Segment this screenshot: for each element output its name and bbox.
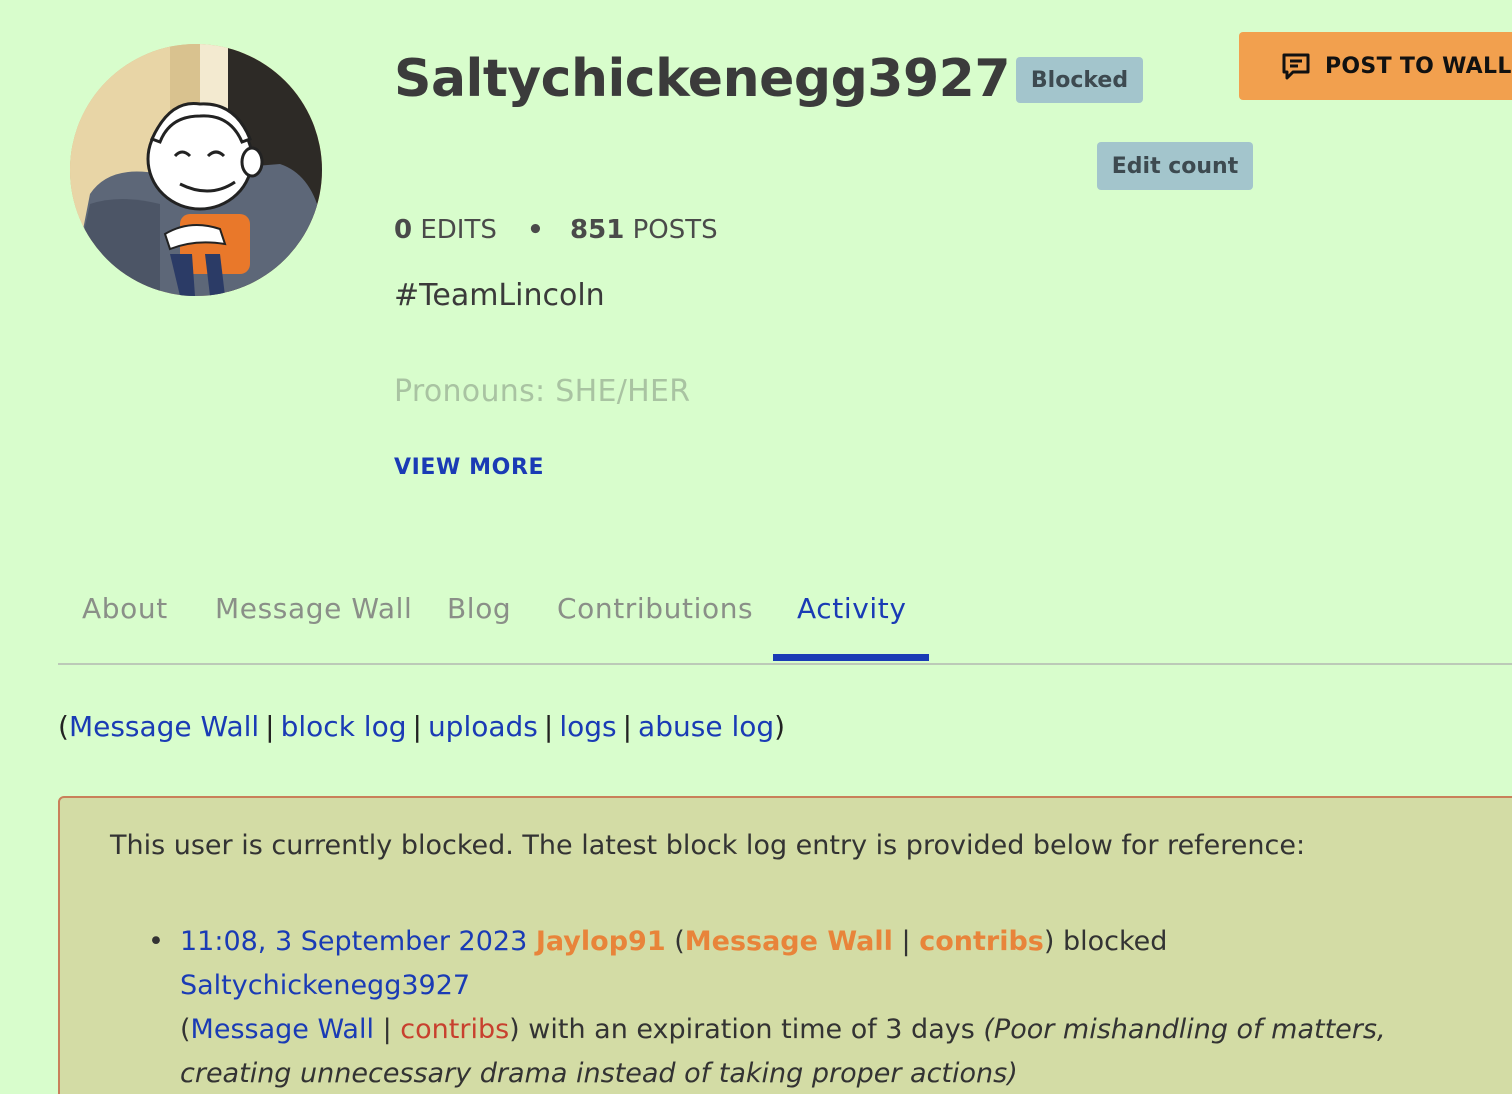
block-notice: This user is currently blocked. The late… xyxy=(58,796,1512,1094)
profile-tabs: About Message Wall Blog Contributions Ac… xyxy=(58,586,1512,665)
edits-count: 0 xyxy=(394,215,413,245)
user-tool-links: (Message Wall | block log | uploads | logs | abu… xyxy=(58,708,785,746)
posts-count: 851 xyxy=(570,215,625,245)
tab-blog[interactable]: Blog xyxy=(447,592,511,625)
target-user-link[interactable]: Saltychickenegg3927 xyxy=(180,970,470,1001)
edit-count-button[interactable]: Edit count xyxy=(1097,142,1253,190)
avatar[interactable] xyxy=(70,44,322,296)
tab-about[interactable]: About xyxy=(82,592,168,625)
profile-page: Saltychickenegg3927 Blocked POST TO WALL… xyxy=(0,0,1512,1094)
profile-stats: 0 EDITS • 851 POSTS xyxy=(394,212,718,248)
page-title: Saltychickenegg3927 xyxy=(394,49,1011,109)
entry-text: ) xyxy=(509,1014,520,1045)
link-message-wall[interactable]: Message Wall xyxy=(69,710,259,743)
entry-text: ) xyxy=(1043,926,1055,957)
entry-action: blocked xyxy=(1063,926,1168,957)
comment-icon xyxy=(1279,49,1313,83)
post-to-wall-button[interactable]: POST TO WALL xyxy=(1239,32,1512,100)
profile-pronouns: Pronouns: SHE/HER xyxy=(394,374,691,409)
stats-separator: • xyxy=(527,215,544,245)
active-tab-indicator xyxy=(773,654,929,661)
tab-contributions[interactable]: Contributions xyxy=(557,592,753,625)
links-separator: | xyxy=(412,710,422,743)
posts-label: POSTS xyxy=(632,215,718,245)
blocked-badge: Blocked xyxy=(1016,57,1143,103)
blocker-wall-link[interactable]: Message Wall xyxy=(685,926,893,957)
entry-timestamp-link[interactable]: 11:08, 3 September 2023 xyxy=(180,926,527,957)
edits-label: EDITS xyxy=(420,215,497,245)
block-notice-text: This user is currently blocked. The late… xyxy=(110,830,1306,861)
links-close-paren: ) xyxy=(774,710,786,743)
link-logs[interactable]: logs xyxy=(559,710,616,743)
tab-message-wall[interactable]: Message Wall xyxy=(215,592,412,625)
blocker-user-link[interactable]: Jaylop91 xyxy=(536,926,666,957)
links-open-paren: ( xyxy=(58,710,69,743)
entry-separator: | xyxy=(901,926,911,957)
entry-separator: | xyxy=(382,1014,392,1045)
links-separator: | xyxy=(265,710,275,743)
target-contribs-link[interactable]: contribs xyxy=(400,1014,509,1045)
blocker-contribs-link[interactable]: contribs xyxy=(919,926,1044,957)
entry-text: ( xyxy=(180,1014,191,1045)
tab-activity[interactable]: Activity xyxy=(797,592,907,625)
target-wall-link[interactable]: Message Wall xyxy=(191,1014,374,1045)
profile-bio: #TeamLincoln xyxy=(394,278,605,313)
view-more-link[interactable]: VIEW MORE xyxy=(394,455,544,480)
avatar-image xyxy=(70,44,322,296)
entry-expiry: with an expiration time of 3 days xyxy=(528,1014,975,1045)
entry-text: ( xyxy=(674,926,685,957)
link-block-log[interactable]: block log xyxy=(281,710,407,743)
link-abuse-log[interactable]: abuse log xyxy=(638,710,774,743)
link-uploads[interactable]: uploads xyxy=(428,710,538,743)
block-log-entry: 11:08, 3 September 2023 Jaylop91 (Messag… xyxy=(180,920,1420,1094)
links-separator: | xyxy=(543,710,554,743)
post-to-wall-label: POST TO WALL xyxy=(1325,53,1512,79)
entry-bullet: • xyxy=(148,926,164,957)
links-separator: | xyxy=(622,710,633,743)
